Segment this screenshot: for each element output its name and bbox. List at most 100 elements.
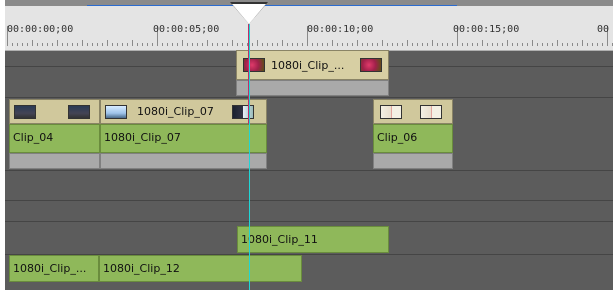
ruler-tick [197, 43, 198, 46]
playhead-handle[interactable] [232, 4, 266, 24]
ruler-tick [282, 40, 283, 46]
ruler-tick [82, 40, 83, 46]
ruler-tick [552, 43, 553, 46]
ruler-tick [12, 43, 13, 46]
ruler-tick [272, 43, 273, 46]
ruler-tick [377, 43, 378, 46]
ruler-tick [297, 43, 298, 46]
clip-body: 1080i_Clip_... [9, 255, 99, 282]
ruler-tick [432, 40, 433, 46]
ruler-tick [152, 43, 153, 46]
ruler-tick [262, 43, 263, 46]
ruler-tick [92, 43, 93, 46]
clip-audio-strip [9, 153, 100, 169]
ruler-tick [597, 43, 598, 46]
clip-body: 1080i_Clip_12 [99, 255, 302, 282]
ruler-tick [302, 43, 303, 46]
time-ruler[interactable]: 00:00:00;00 00:00:05;00 00:00:10;00 00:0… [5, 6, 613, 51]
clip-thumbnail-row: 1080i_Clip_07 [100, 99, 267, 124]
ruler-label-10s: 00:00:10;00 [307, 24, 374, 35]
ruler-tick [117, 43, 118, 46]
ruler-tick [452, 43, 453, 46]
ruler-tick [187, 43, 188, 46]
ruler-tick [212, 43, 213, 46]
thumbnail-icon [360, 58, 382, 72]
ruler-tick [32, 40, 33, 46]
ruler-tick [62, 43, 63, 46]
timeline-panel: 00:00:00;00 00:00:05;00 00:00:10;00 00:0… [5, 0, 613, 290]
ruler-tick [52, 43, 53, 46]
thumbnail-icon [105, 105, 127, 119]
ruler-tick [192, 43, 193, 46]
ruler-tick [242, 43, 243, 46]
ruler-tick [342, 43, 343, 46]
clip-thumbnail-row [373, 99, 453, 124]
ruler-tick [202, 43, 203, 46]
ruler-tick [162, 43, 163, 46]
thumbnail-icon [420, 105, 442, 119]
clip-1080i-clip-truncated[interactable]: 1080i_Clip_... [9, 255, 99, 282]
playhead-line[interactable] [249, 24, 250, 290]
ruler-tick [507, 40, 508, 46]
ruler-tick [142, 43, 143, 46]
ruler-tick [107, 40, 108, 46]
ruler-tick [322, 43, 323, 46]
ruler-tick [582, 40, 583, 46]
ruler-tick [167, 43, 168, 46]
ruler-tick [172, 43, 173, 46]
ruler-tick [567, 43, 568, 46]
ruler-tick [572, 43, 573, 46]
clip-thumbnail-row [9, 99, 100, 124]
ruler-tick [462, 43, 463, 46]
ruler-tick [277, 43, 278, 46]
ruler-tick [137, 43, 138, 46]
ruler-tick [592, 43, 593, 46]
clip-04[interactable]: Clip_04 [9, 99, 100, 169]
ruler-tick [47, 43, 48, 46]
ruler-tick [402, 43, 403, 46]
ruler-tick [327, 43, 328, 46]
thumbnail-icon [243, 58, 265, 72]
ruler-label-15s: 00:00:15;00 [453, 24, 520, 35]
ruler-tick [287, 43, 288, 46]
ruler-tick [257, 40, 258, 46]
clip-1080i-clip-11[interactable]: 1080i_Clip_11 [237, 226, 389, 253]
ruler-label-0: 00:00:00;00 [7, 24, 74, 35]
ruler-tick [337, 43, 338, 46]
ruler-tick [367, 43, 368, 46]
ruler-tick [587, 43, 588, 46]
clip-body: 1080i_Clip_11 [237, 226, 389, 253]
ruler-tick [77, 43, 78, 46]
ruler-tick [292, 43, 293, 46]
ruler-tick [562, 43, 563, 46]
ruler-tick [132, 40, 133, 46]
clip-1080i-clip-top[interactable]: 1080i_Clip_... [236, 50, 389, 96]
ruler-tick [232, 40, 233, 46]
ruler-tick [447, 43, 448, 46]
clip-1080i-clip-12[interactable]: 1080i_Clip_12 [99, 255, 302, 282]
ruler-tick [127, 43, 128, 46]
track-divider [5, 200, 613, 201]
clip-label: Clip_04 [13, 131, 54, 144]
ruler-tick [317, 43, 318, 46]
clip-1080i-clip-07[interactable]: 1080i_Clip_07 1080i_Clip_07 [100, 99, 267, 169]
ruler-tick [57, 40, 58, 46]
clip-thumbnail-row: 1080i_Clip_... [236, 50, 389, 80]
ruler-tick [87, 43, 88, 46]
ruler-label-5s: 00:00:05;00 [153, 24, 220, 35]
ruler-tick [357, 40, 358, 46]
ruler-tick [387, 43, 388, 46]
clip-body: 1080i_Clip_07 [100, 124, 267, 153]
ruler-tick [97, 43, 98, 46]
clip-label: 1080i_Clip_11 [241, 233, 318, 246]
ruler-tick [382, 40, 383, 46]
ruler-tick [602, 43, 603, 46]
ruler-tick [437, 43, 438, 46]
ruler-tick [417, 43, 418, 46]
ruler-tick [497, 43, 498, 46]
clip-label: 1080i_Clip_07 [104, 131, 181, 144]
clip-06[interactable]: Clip_06 [373, 99, 453, 169]
clip-audio-strip [100, 153, 267, 169]
ruler-label-20s: 00 [597, 24, 610, 35]
thumbnail-icon [14, 105, 36, 119]
